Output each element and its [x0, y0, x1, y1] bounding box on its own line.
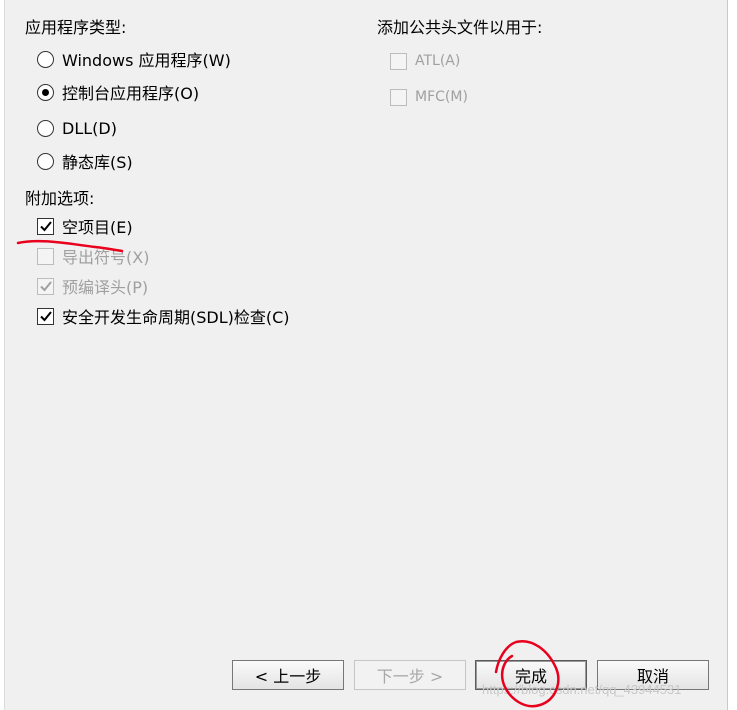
radio-windows-app[interactable]: Windows 应用程序(W): [37, 48, 231, 70]
radio-indicator[interactable]: [37, 119, 54, 137]
checkbox-sdl-checks[interactable]: 安全开发生命周期(SDL)检查(C): [37, 305, 290, 327]
checkbox-precompiled-header[interactable]: 预编译头(P): [37, 275, 148, 297]
radio-static-lib[interactable]: 静态库(S): [37, 150, 133, 172]
headers-heading: 添加公共头文件以用于:: [377, 18, 543, 37]
checkbox-indicator-checked[interactable]: [37, 307, 54, 325]
radio-label: 控制台应用程序(O): [62, 84, 200, 103]
checkbox-indicator[interactable]: [390, 88, 407, 106]
checkbox-indicator[interactable]: [390, 52, 407, 70]
app-type-heading: 应用程序类型:: [25, 18, 127, 37]
checkmark-icon: [39, 311, 52, 322]
radio-label: 静态库(S): [62, 153, 133, 172]
checkbox-empty-project[interactable]: 空项目(E): [37, 215, 133, 237]
radio-console-app[interactable]: 控制台应用程序(O): [37, 81, 199, 103]
watermark-text: https://blog.csdn.net/qq_43944531: [482, 682, 682, 697]
checkbox-atl[interactable]: ATL(A): [390, 50, 460, 72]
radio-dll[interactable]: DLL(D): [37, 117, 117, 139]
checkbox-indicator-checked[interactable]: [37, 277, 54, 295]
checkbox-mfc[interactable]: MFC(M): [390, 86, 468, 108]
checkbox-indicator-checked[interactable]: [37, 217, 54, 235]
radio-indicator-selected[interactable]: [37, 83, 54, 101]
checkbox-export-symbols[interactable]: 导出符号(X): [37, 245, 149, 267]
radio-label: DLL(D): [62, 118, 117, 138]
checkbox-indicator[interactable]: [37, 247, 54, 265]
radio-indicator[interactable]: [37, 50, 54, 68]
checkbox-label: 导出符号(X): [62, 248, 150, 267]
checkbox-label: 安全开发生命周期(SDL)检查(C): [62, 308, 290, 327]
checkbox-label: MFC(M): [415, 89, 468, 105]
checkbox-label: 空项目(E): [62, 218, 133, 237]
radio-label: Windows 应用程序(W): [62, 51, 231, 70]
wizard-dialog: 应用程序类型: Windows 应用程序(W) 控制台应用程序(O) DLL(D…: [4, 0, 728, 710]
back-button[interactable]: < 上一步: [232, 660, 344, 690]
checkbox-label: 预编译头(P): [62, 278, 149, 297]
extra-options-heading: 附加选项:: [25, 189, 95, 208]
checkmark-icon: [39, 221, 52, 232]
radio-indicator[interactable]: [37, 152, 54, 170]
checkbox-label: ATL(A): [415, 53, 461, 69]
next-button[interactable]: 下一步 >: [354, 660, 466, 690]
checkmark-icon: [39, 281, 52, 292]
